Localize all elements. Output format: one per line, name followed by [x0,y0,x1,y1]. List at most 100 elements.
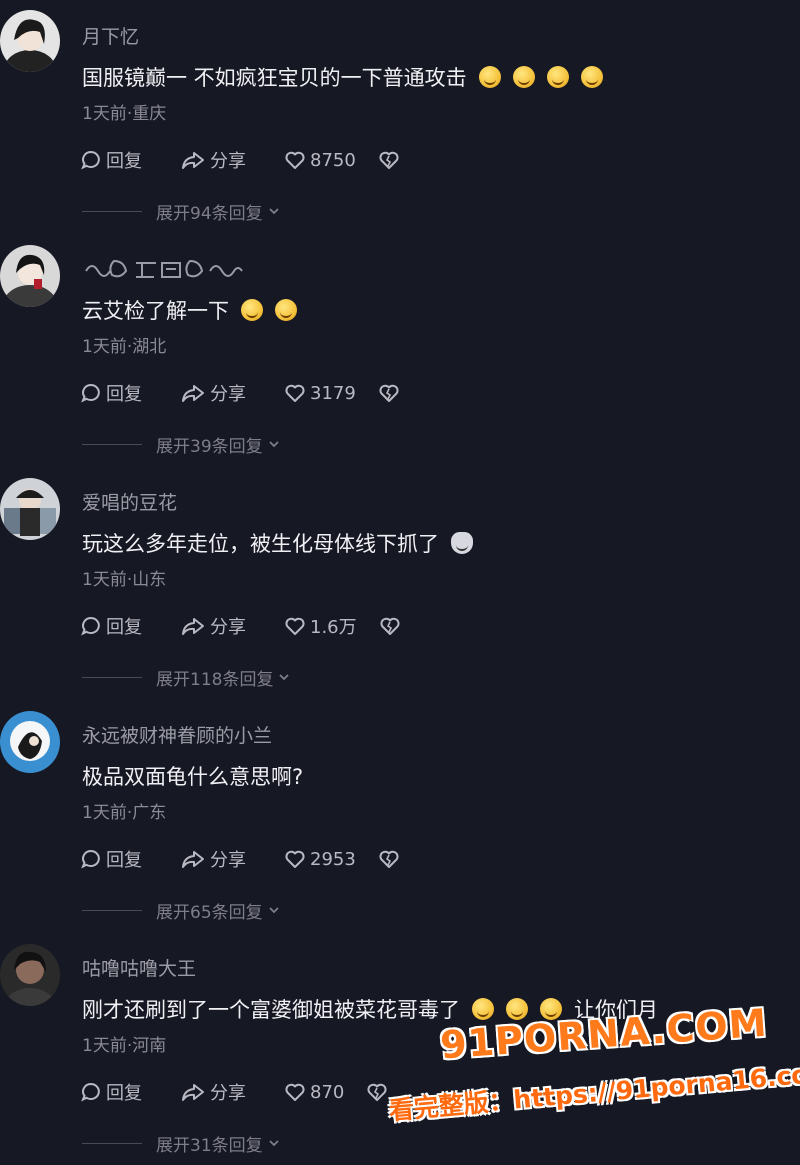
expand-replies-button[interactable]: 展开118条回复 [82,665,291,690]
share-button[interactable]: 分享 [180,846,246,872]
like-button[interactable]: 870 [284,1081,344,1103]
laughing-face-icon [478,66,501,88]
comment-text-content: 云艾检了解一下 [82,299,229,323]
share-arrow-icon [182,385,204,402]
like-button[interactable]: 3179 [284,382,356,404]
comment-item: 云艾检了解一下 1天前·湖北 回复 分享 3179 展开39条回复 [0,233,800,466]
comment-text: 极品双面龟什么意思啊? [82,761,303,791]
share-label: 分享 [210,850,246,871]
comment-bubble-icon [81,616,100,636]
like-button[interactable]: 8750 [284,149,356,171]
divider [82,210,142,212]
comment-meta: 1天前·广东 [82,803,167,823]
comment-meta: 1天前·湖北 [82,337,167,357]
thinking-face-icon [275,299,297,321]
avatar[interactable] [0,10,60,72]
comment-text-content: 国服镜巅一 不如疯狂宝贝的一下普通攻击 [82,66,467,90]
laughing-face-icon [546,66,569,88]
comment-actions: 回复 分享 2953 [80,846,442,872]
share-button[interactable]: 分享 [180,380,246,406]
comment-bubble-icon [81,1082,100,1102]
comment-text: 云艾检了解一下 [82,295,297,325]
share-arrow-icon [182,851,204,868]
like-count: 870 [310,1081,345,1103]
expand-replies-label: 展开65条回复 [156,902,263,923]
comment-item: 永远被财神眷顾的小兰 极品双面龟什么意思啊? 1天前·广东 回复 分享 2953… [0,699,800,932]
reply-button[interactable]: 回复 [80,846,142,872]
cat-face-icon [451,532,473,554]
divider [82,1142,142,1144]
comment-bubble-icon [81,150,100,170]
dislike-button[interactable] [378,382,404,404]
avatar[interactable] [0,245,60,307]
divider [82,676,142,678]
chevron-down-icon [279,674,290,681]
reply-label: 回复 [106,384,142,405]
broken-heart-icon [367,1083,387,1101]
username[interactable]: 咕噜咕噜大王 [82,954,196,981]
heart-icon [285,384,305,402]
share-arrow-icon [182,618,204,635]
reply-button[interactable]: 回复 [80,380,142,406]
comment-bubble-icon [81,383,100,403]
share-label: 分享 [210,151,246,172]
share-label: 分享 [210,384,246,405]
chevron-down-icon [269,907,279,914]
reply-label: 回复 [106,850,142,871]
expand-replies-button[interactable]: 展开94条回复 [82,199,281,224]
username[interactable]: 永远被财神眷顾的小兰 [82,721,272,748]
like-button[interactable]: 1.6万 [284,613,357,639]
comment-text-content: 玩这么多年走位，被生化母体线下抓了 [82,532,439,556]
chevron-down-icon [269,1140,279,1147]
share-button[interactable]: 分享 [180,613,246,639]
share-arrow-icon [182,1084,204,1101]
reply-button[interactable]: 回复 [80,147,142,173]
dislike-button[interactable] [378,149,404,171]
broken-heart-icon [379,850,399,868]
reply-label: 回复 [106,1083,142,1104]
share-label: 分享 [210,1083,246,1104]
expand-replies-label: 展开31条回复 [156,1135,263,1156]
reply-label: 回复 [106,617,142,638]
comment-actions: 回复 分享 3179 [80,380,442,406]
avatar[interactable] [0,711,60,773]
comment-actions: 回复 分享 870 [80,1079,430,1105]
comment-meta: 1天前·山东 [82,570,167,590]
reply-label: 回复 [106,151,142,172]
heart-icon [285,151,305,169]
comment-text-content: 刚才还刷到了一个富婆御姐被菜花哥毒了 [82,998,460,1022]
dislike-button[interactable] [379,615,405,637]
heart-icon [285,617,305,635]
expand-replies-button[interactable]: 展开39条回复 [82,432,281,457]
comment-meta: 1天前·河南 [82,1036,167,1056]
broken-heart-icon [379,151,399,169]
comment-item: 爱唱的豆花 玩这么多年走位，被生化母体线下抓了 1天前·山东 回复 分享 1.6… [0,466,800,699]
comment-text: 国服镜巅一 不如疯狂宝贝的一下普通攻击 [82,62,603,92]
share-arrow-icon [182,152,204,169]
expand-replies-label: 展开94条回复 [156,203,263,224]
laughing-face-icon [512,66,535,88]
comment-text: 玩这么多年走位，被生化母体线下抓了 [82,528,473,558]
dislike-button[interactable] [378,848,404,870]
heart-icon [285,850,305,868]
reply-button[interactable]: 回复 [80,613,142,639]
decorative-username-glyphs [85,259,243,278]
reply-button[interactable]: 回复 [80,1079,142,1105]
expand-replies-button[interactable]: 展开31条回复 [82,1131,281,1156]
like-count: 2953 [310,848,356,870]
share-button[interactable]: 分享 [180,147,246,173]
username-decorative[interactable] [82,253,262,288]
like-button[interactable]: 2953 [284,848,356,870]
avatar[interactable] [0,478,60,540]
like-count: 8750 [310,149,356,171]
username[interactable]: 月下忆 [82,22,139,49]
share-button[interactable]: 分享 [180,1079,246,1105]
divider [82,443,142,445]
username[interactable]: 爱唱的豆花 [82,488,177,515]
divider [82,909,142,911]
broken-heart-icon [379,384,399,402]
avatar[interactable] [0,944,60,1006]
expand-replies-button[interactable]: 展开65条回复 [82,898,281,923]
comment-bubble-icon [81,849,100,869]
chevron-down-icon [269,441,279,448]
